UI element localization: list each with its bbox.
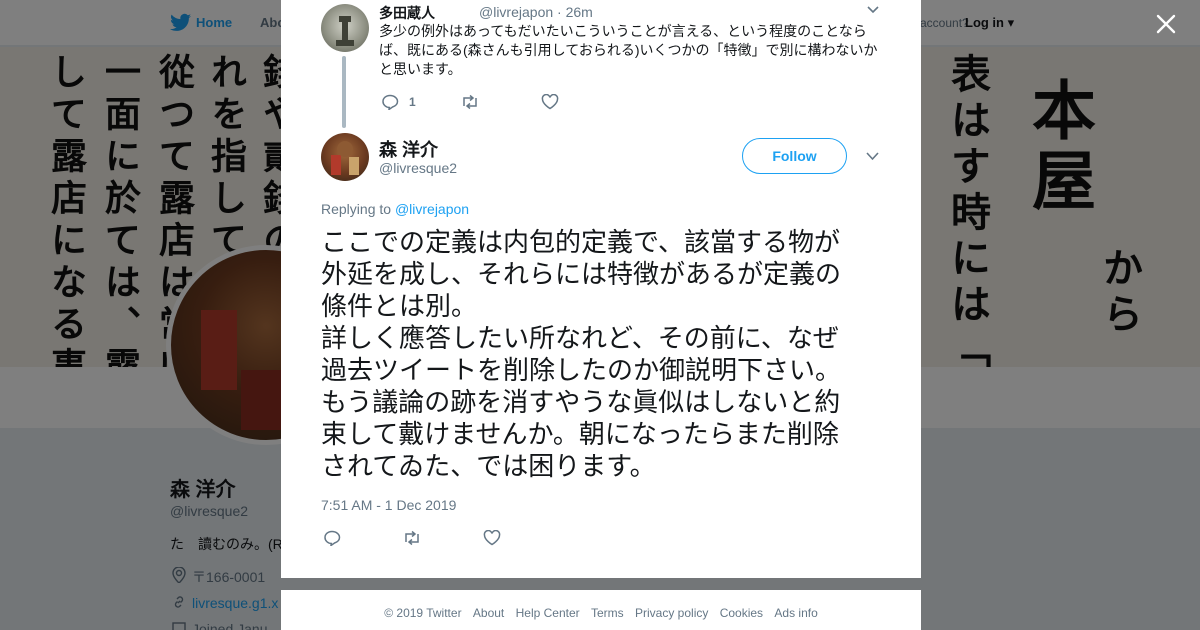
replying-to-link[interactable]: @livrejapon xyxy=(395,201,469,217)
tweet-text-line: 條件とは別。 xyxy=(321,292,478,322)
reply-button[interactable]: 1 xyxy=(381,94,416,110)
footer-links: © 2019 Twitter About Help Center Terms P… xyxy=(281,606,921,620)
tweet-author-avatar[interactable] xyxy=(321,133,369,181)
portrait-image xyxy=(331,141,359,175)
reply-icon xyxy=(324,530,341,546)
tweet-text-line: 過去ツイートを削除したのか御説明下さい。 xyxy=(321,356,842,386)
footer-link-privacy[interactable]: Privacy policy xyxy=(635,606,708,620)
tweet-author-handle[interactable]: @livresque2 xyxy=(379,160,457,176)
tweet-text: ここでの定義は内包的定義で、該當する物が 外延を成し、それらには特徴があるが定義… xyxy=(321,227,886,483)
like-icon xyxy=(483,530,501,546)
tweet-modal: 多田蔵人 @livrejapon · 26m 多少の例外はあってもだいたいこうい… xyxy=(281,0,921,578)
footer-link-ads-info[interactable]: Ads info xyxy=(774,606,817,620)
tweet-text-line: 外延を成し、それらには特徴があるが定義の xyxy=(321,260,842,290)
retweet-button[interactable] xyxy=(461,94,479,110)
retweet-button[interactable] xyxy=(403,530,421,546)
tweet-timestamp[interactable]: 7:51 AM - 1 Dec 2019 xyxy=(321,497,456,513)
reply-text: 多少の例外はあってもだいたいこういうことが言える、という程度のことならば、既にあ… xyxy=(379,23,878,77)
reply-avatar[interactable] xyxy=(321,4,369,52)
modal-footer: © 2019 Twitter About Help Center Terms P… xyxy=(281,590,921,630)
statue-image xyxy=(336,16,354,46)
tweet-author-name[interactable]: 森 洋介 xyxy=(379,136,438,162)
chevron-down-icon[interactable] xyxy=(867,6,879,14)
reply-button[interactable] xyxy=(323,530,341,546)
parent-reply-tweet[interactable]: 多田蔵人 @livrejapon · 26m 多少の例外はあってもだいたいこうい… xyxy=(321,0,881,128)
footer-link-about[interactable]: About xyxy=(473,606,504,620)
retweet-icon xyxy=(405,530,419,546)
tweet-text-line: 詳しく應答したい所なれど、その前に、なぜ xyxy=(321,324,839,354)
footer-copyright: © 2019 Twitter xyxy=(384,606,462,620)
tweet-text-line: もう議論の跡を消すやうな眞似はしないと約 xyxy=(321,388,841,418)
reply-action-bar: 1 xyxy=(381,94,781,110)
like-button[interactable] xyxy=(541,94,559,110)
thread-connector xyxy=(342,56,346,128)
like-icon xyxy=(541,94,559,110)
tweet-action-bar xyxy=(323,530,623,548)
replying-to: Replying to @livrejapon xyxy=(321,201,469,217)
follow-button[interactable]: Follow xyxy=(742,138,847,174)
retweet-icon xyxy=(463,94,477,110)
tweet-text-line: 束して戴けませんか。朝になったらまた削除 xyxy=(321,420,839,450)
like-button[interactable] xyxy=(483,530,501,546)
reply-author-name[interactable]: 多田蔵人 xyxy=(379,3,435,23)
footer-link-terms[interactable]: Terms xyxy=(591,606,624,620)
tweet-text-line: されてゐた、では困ります。 xyxy=(321,452,656,482)
footer-link-help-center[interactable]: Help Center xyxy=(516,606,580,620)
reply-icon xyxy=(382,94,399,110)
reply-count: 1 xyxy=(409,95,416,109)
reply-handle-time[interactable]: @livrejapon · 26m xyxy=(479,4,593,20)
replying-prefix: Replying to xyxy=(321,201,392,217)
footer-link-cookies[interactable]: Cookies xyxy=(720,606,763,620)
tweet-text-line: ここでの定義は内包的定義で、該當する物が xyxy=(321,228,840,258)
chevron-down-icon[interactable] xyxy=(866,152,879,161)
close-icon[interactable] xyxy=(1154,12,1178,36)
